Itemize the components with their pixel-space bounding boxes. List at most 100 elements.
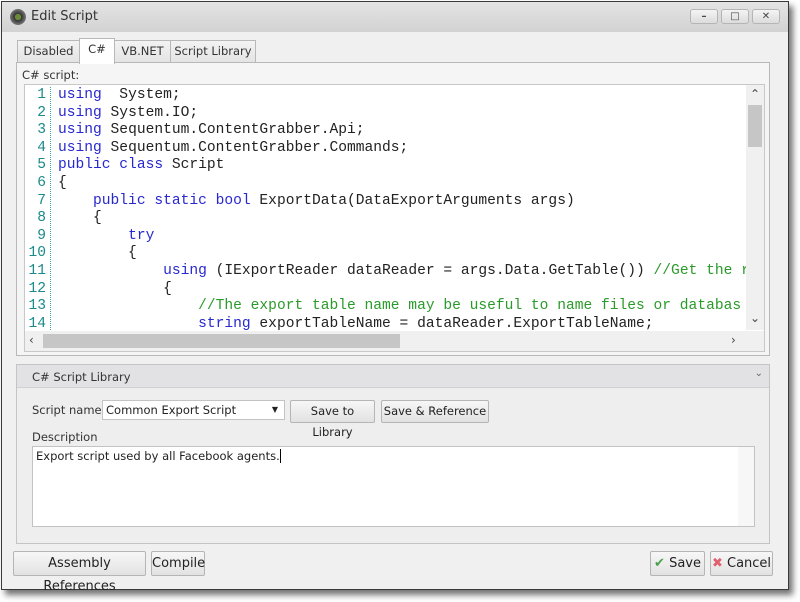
line-number: 9 [37, 227, 46, 244]
script-label: C# script: [22, 68, 80, 82]
scroll-left-icon[interactable]: ‹ [29, 333, 34, 347]
edit-script-window: Edit Script – □ ✕ Disabled C# VB.NET Scr… [1, 1, 789, 590]
line-number: 3 [37, 122, 46, 139]
code-line[interactable]: using (IExportReader dataReader = args.D… [58, 263, 746, 281]
script-name-dropdown[interactable]: Common Export Script ▼ [102, 400, 285, 420]
tab-script-library[interactable]: Script Library [170, 40, 256, 63]
maximize-button[interactable]: □ [721, 9, 749, 24]
line-number: 7 [37, 192, 46, 209]
horizontal-scroll-thumb[interactable] [43, 334, 400, 348]
line-number: 8 [37, 210, 46, 227]
code-line[interactable]: string exportTableName = dataReader.Expo… [58, 316, 746, 330]
code-line[interactable]: public static bool ExportData(DataExport… [58, 193, 746, 211]
code-line[interactable]: { [58, 175, 746, 193]
code-keyword: using [58, 139, 102, 156]
description-textarea[interactable]: Export script used by all Facebook agent… [32, 446, 755, 527]
script-name-label: Script name: [32, 403, 106, 417]
code-text: { [58, 280, 172, 297]
code-keyword: string [198, 315, 251, 330]
description-value: Export script used by all Facebook agent… [36, 449, 280, 463]
window-title: Edit Script [31, 9, 99, 24]
assembly-references-button[interactable]: Assembly References [13, 551, 146, 594]
code-keyword: using [58, 87, 102, 103]
library-header[interactable]: C# Script Library ⌄ [17, 365, 769, 388]
vertical-scrollbar[interactable]: ⌃ ⌄ [746, 85, 764, 330]
line-number: 5 [37, 157, 46, 174]
code-keyword: public static bool [93, 192, 251, 209]
compile-button[interactable]: Compile [151, 551, 205, 576]
dropdown-arrow-icon[interactable]: ▼ [272, 401, 278, 419]
code-text: ExportData(DataExportArguments args) [250, 192, 575, 209]
code-comment: //Get the r [653, 262, 746, 279]
code-keyword: try [128, 227, 155, 244]
code-keyword: using [58, 122, 102, 139]
line-number-gutter: 1 2 3 4 5 6 7 8 9 10 11 12 13 14 [25, 87, 51, 332]
code-line[interactable]: using Sequentum.ContentGrabber.Api; [58, 122, 746, 140]
tab-vbnet[interactable]: VB.NET [114, 40, 171, 63]
cancel-label: Cancel [727, 556, 772, 571]
code-text: Sequentum.ContentGrabber.Api; [101, 122, 365, 139]
save-label: Save [669, 556, 701, 571]
csharp-script-panel: C# script: 1 2 3 4 5 6 7 8 9 10 11 12 13 14 using Sys… [16, 62, 770, 356]
code-line[interactable]: using System.IO; [58, 105, 746, 123]
line-number: 4 [37, 139, 46, 156]
code-keyword: using [58, 104, 102, 121]
save-to-library-button[interactable]: Save to Library [290, 400, 375, 439]
code-line[interactable]: //The export table name may be useful to… [58, 298, 746, 316]
code-keyword: using [163, 262, 207, 279]
script-library-panel: C# Script Library ⌄ Script name: Common … [16, 364, 770, 544]
code-lines[interactable]: using System; using System.IO; using Seque… [58, 87, 746, 330]
code-text: { [58, 245, 137, 262]
line-number: 11 [28, 262, 46, 279]
code-line[interactable]: { [58, 281, 746, 299]
close-button[interactable]: ✕ [752, 9, 780, 24]
vertical-scroll-thumb[interactable] [748, 105, 762, 147]
save-and-reference-button[interactable]: Save & Reference [381, 400, 489, 423]
code-text: Sequentum.ContentGrabber.Commands; [101, 139, 409, 156]
code-text: { [58, 210, 102, 227]
code-line[interactable]: using System; [58, 87, 746, 105]
code-line[interactable]: public class Script [58, 157, 746, 175]
code-text: System; [101, 87, 181, 103]
line-number: 2 [37, 104, 46, 121]
line-number: 12 [28, 280, 46, 297]
text-cursor: ​ [279, 449, 281, 463]
line-number: 13 [28, 298, 46, 315]
tab-disabled[interactable]: Disabled [17, 40, 80, 63]
description-scrollbar[interactable] [738, 447, 754, 526]
code-line[interactable]: { [58, 245, 746, 263]
code-line[interactable]: try [58, 228, 746, 246]
script-name-value: Common Export Script [106, 403, 237, 417]
code-line[interactable]: using Sequentum.ContentGrabber.Commands; [58, 140, 746, 158]
minimize-button[interactable]: – [690, 9, 718, 24]
scroll-right-icon[interactable]: › [731, 333, 736, 347]
code-line[interactable]: { [58, 210, 746, 228]
code-text: Script [163, 157, 225, 174]
scroll-down-icon[interactable]: ⌄ [750, 311, 760, 325]
code-text: { [58, 174, 67, 191]
code-text: exportTableName = dataReader.ExportTable… [250, 315, 654, 330]
title-bar: Edit Script – □ ✕ [2, 2, 788, 32]
app-icon [10, 9, 26, 25]
horizontal-scrollbar[interactable]: ‹ › [25, 331, 764, 351]
code-text: System.IO; [101, 104, 199, 121]
cancel-button[interactable]: ✖ Cancel [710, 551, 773, 576]
library-header-title: C# Script Library [32, 370, 131, 384]
line-number: 6 [37, 174, 46, 191]
collapse-chevron-icon[interactable]: ⌄ [755, 368, 763, 379]
code-text: (IExportReader dataReader = args.Data.Ge… [206, 262, 654, 279]
tab-csharp[interactable]: C# [79, 38, 115, 64]
code-comment: //The export table name may be useful to… [198, 298, 742, 315]
save-button[interactable]: ✔ Save [650, 551, 705, 576]
line-number: 10 [28, 245, 46, 262]
code-editor[interactable]: 1 2 3 4 5 6 7 8 9 10 11 12 13 14 using System; using S… [24, 84, 765, 352]
scroll-up-icon[interactable]: ⌃ [750, 87, 760, 101]
line-number: 1 [37, 87, 46, 103]
description-label: Description [32, 430, 98, 444]
cancel-x-icon: ✖ [711, 556, 723, 571]
